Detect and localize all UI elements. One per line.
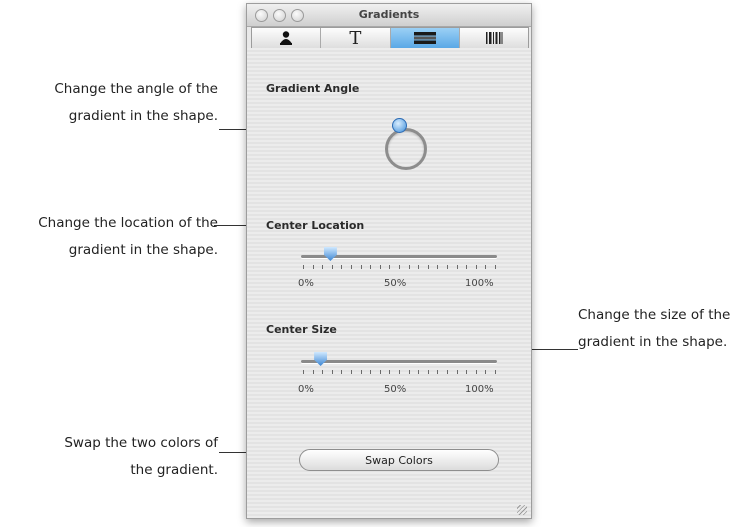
slider-tick-mark [341, 265, 343, 269]
center-size-tick-0: 0% [298, 384, 314, 395]
callout-size-line1: Change the size of the [578, 307, 731, 323]
slider-tick-mark [427, 370, 429, 374]
gradient-settings: Gradient Angle Center Location 0% 50% 10… [247, 48, 531, 518]
slider-tick-mark [312, 370, 314, 374]
callout-swap-line2: the gradient. [130, 462, 218, 478]
slider-tick-mark [399, 370, 400, 374]
slider-tick-mark [408, 265, 410, 269]
center-location-label: Center Location [266, 219, 365, 232]
slider-tick-mark [399, 265, 400, 269]
slider-tick-mark [322, 370, 324, 374]
slider-tick-mark [437, 370, 439, 374]
slider-tick-mark [351, 265, 352, 269]
slider-tick-mark [351, 370, 352, 374]
gradients-window: Gradients T Gradient Angle Center Locati… [246, 3, 532, 519]
text-icon: T [349, 27, 362, 49]
slider-tick-mark [370, 370, 372, 374]
callout-angle-line1: Change the angle of the [54, 81, 218, 97]
slider-tick-mark [447, 265, 448, 269]
slider-tick-mark [495, 370, 496, 374]
callout-angle: Change the angle of the gradient in the … [0, 76, 218, 130]
center-size-thumb[interactable] [314, 352, 328, 366]
center-location-ticks [303, 265, 496, 273]
gradient-icon [413, 32, 436, 44]
slider-tick-mark [331, 265, 333, 269]
slider-tick-mark [447, 370, 448, 374]
swap-colors-button[interactable]: Swap Colors [299, 449, 499, 471]
gradient-angle-knob[interactable] [392, 118, 407, 133]
slider-tick-mark [456, 265, 458, 269]
slider-tick-mark [322, 265, 324, 269]
gradient-angle-label: Gradient Angle [266, 82, 360, 95]
slider-tick-mark [466, 370, 468, 374]
barcode-icon [485, 32, 503, 44]
person-icon [280, 31, 293, 45]
callout-location-line2: gradient in the shape. [68, 242, 218, 258]
window-title: Gradients [358, 8, 420, 21]
center-location-tick-0: 0% [298, 278, 314, 289]
callout-size: Change the size of the gradient in the s… [578, 302, 751, 356]
gradient-angle-dial[interactable] [385, 128, 427, 170]
callout-size-line2: gradient in the shape. [578, 334, 728, 350]
slider-tick-mark [379, 265, 381, 269]
slider-tick-mark [389, 370, 391, 374]
center-size-tick-100: 100% [465, 384, 494, 395]
callout-location: Change the location of the gradient in t… [0, 210, 218, 264]
slider-tick-mark [418, 265, 420, 269]
tab-person[interactable] [252, 28, 322, 48]
slider-tick-mark [370, 265, 372, 269]
slider-tick-mark [360, 265, 362, 269]
slider-tick-mark [495, 265, 496, 269]
slider-tick-mark [466, 265, 468, 269]
slider-tick-mark [341, 370, 343, 374]
slider-tick-mark [418, 370, 420, 374]
callout-swap: Swap the two colors of the gradient. [0, 430, 218, 484]
callout-size-leader [530, 349, 578, 350]
inspector-toolbar: T [251, 27, 529, 49]
slider-tick-mark [475, 370, 477, 374]
center-size-slider[interactable] [301, 360, 497, 363]
center-location-tick-50: 50% [384, 278, 407, 289]
slider-tick-mark [408, 370, 410, 374]
callout-swap-line1: Swap the two colors of [64, 435, 218, 451]
slider-tick-mark [485, 370, 487, 374]
slider-tick-mark [485, 265, 487, 269]
slider-tick-mark [475, 265, 477, 269]
center-size-label: Center Size [266, 323, 337, 336]
slider-tick-mark [427, 265, 429, 269]
slider-tick-mark [389, 265, 391, 269]
tab-barcode[interactable] [460, 28, 528, 48]
center-size-tick-50: 50% [384, 384, 407, 395]
tab-text[interactable]: T [321, 27, 391, 49]
callout-location-line1: Change the location of the [38, 215, 218, 231]
center-location-thumb[interactable] [323, 247, 337, 261]
slider-tick-mark [437, 265, 439, 269]
slider-tick-mark [379, 370, 381, 374]
title-bar[interactable]: Gradients [247, 4, 531, 27]
slider-tick-mark [331, 370, 333, 374]
slider-tick-mark [360, 370, 362, 374]
tab-gradient[interactable] [390, 28, 460, 48]
slider-tick-mark [456, 370, 458, 374]
slider-tick-mark [312, 265, 314, 269]
center-size-ticks [303, 370, 496, 378]
slider-tick-mark [303, 370, 304, 374]
resize-grip[interactable] [517, 505, 527, 515]
center-location-tick-100: 100% [465, 278, 494, 289]
callout-angle-line2: gradient in the shape. [68, 108, 218, 124]
slider-tick-mark [303, 265, 304, 269]
